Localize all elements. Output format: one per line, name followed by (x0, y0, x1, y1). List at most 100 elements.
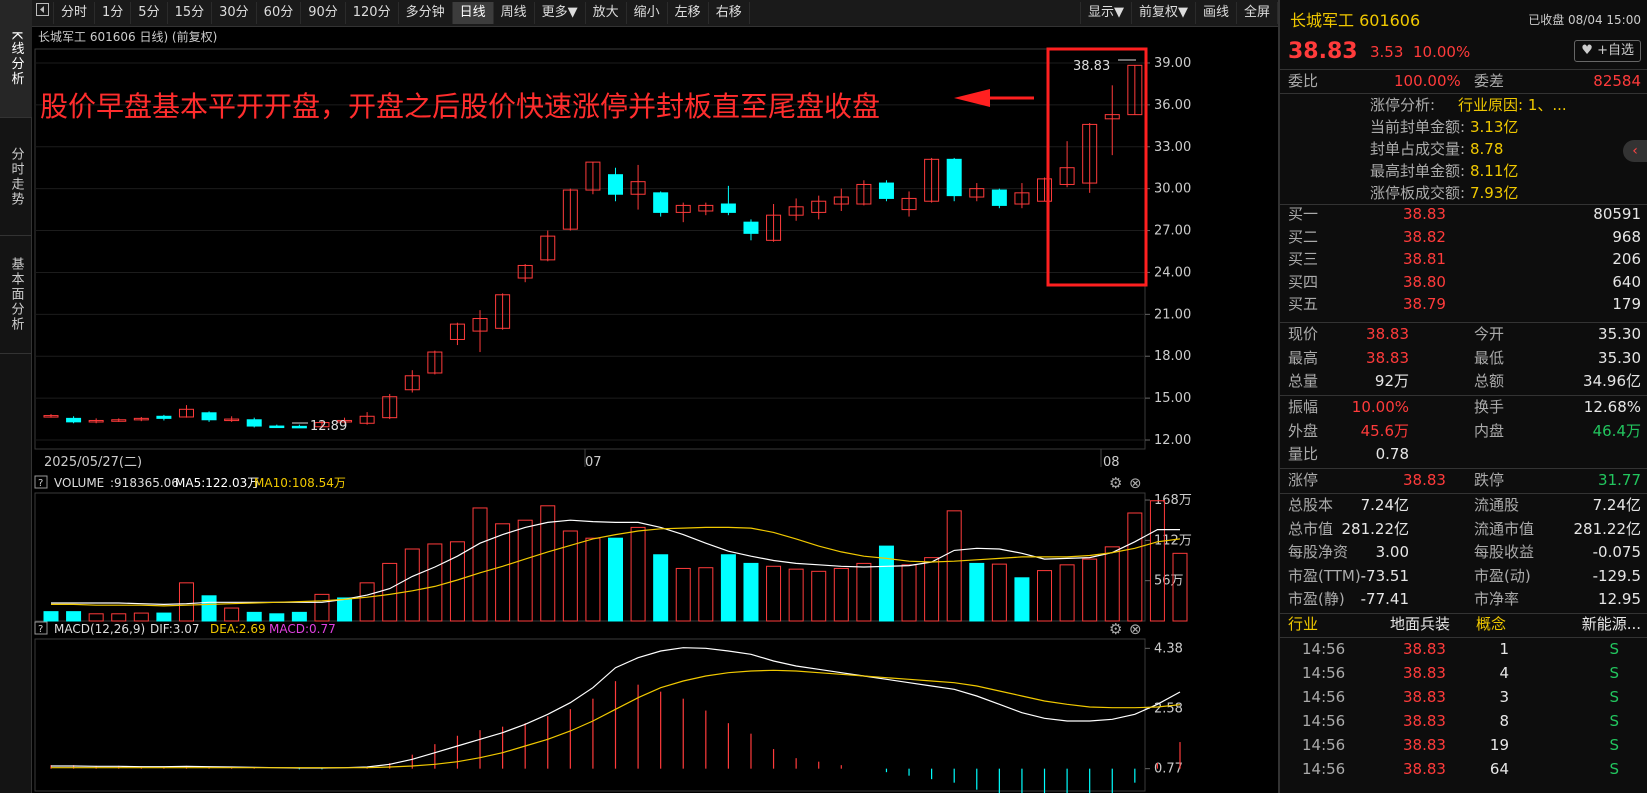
add-favorite-button[interactable]: ♥ +自选 (1574, 40, 1641, 62)
macd-close-icon[interactable]: ⊗ (1129, 620, 1142, 638)
pan-right-button[interactable]: 右移 (709, 2, 750, 24)
concept-value[interactable]: 新能源... (1582, 613, 1641, 636)
stat-row: 量比 0.78 (1280, 443, 1647, 466)
display-dropdown[interactable]: 显示▼ (1079, 2, 1132, 24)
period-button-daily[interactable]: 日线 (452, 2, 494, 24)
pan-left-button[interactable]: 左移 (668, 2, 709, 24)
period-button[interactable]: 1分 (95, 2, 132, 24)
order-ratio-row: 委比 100.00% 委差 82584 (1280, 70, 1647, 93)
tab-fundamental-analysis[interactable]: 基本面分析 (0, 236, 32, 354)
period-button[interactable]: 5分 (131, 2, 168, 24)
tick-side: S (1609, 736, 1619, 754)
tick-row: 14:56 38.83 3 S (1280, 686, 1647, 709)
fundamental-label: 总股本 (1288, 496, 1334, 514)
volume-legend-ma5: MA5:122.03万 (175, 476, 259, 490)
tick-price: 38.83 (1403, 688, 1446, 706)
draw-button[interactable]: 画线 (1196, 2, 1237, 24)
zoom-out-button[interactable]: 缩小 (627, 2, 668, 24)
fundamental-label: 市盈(静) (1288, 590, 1345, 608)
candle-body (991, 189, 1007, 206)
more-dropdown[interactable]: 更多▼ (535, 2, 586, 24)
tick-volume: 4 (1499, 664, 1509, 682)
fundamental-value: 7.24亿 (1592, 496, 1641, 514)
candle-body (608, 174, 623, 195)
industry-row[interactable]: 行业 地面兵装 概念 新能源... (1280, 613, 1647, 636)
bid-row[interactable]: 买三 38.81 206 (1280, 248, 1647, 271)
candle-body (156, 415, 172, 419)
tick-row: 14:56 38.83 4 S (1280, 662, 1647, 685)
fundamental-value: 281.22亿 (1341, 519, 1410, 538)
bid-label: 买四 (1288, 272, 1319, 291)
period-button[interactable]: 120分 (346, 2, 399, 24)
weibi-value: 100.00% (1394, 72, 1461, 90)
volume-bar (517, 519, 533, 622)
limit-down-label: 跌停 (1474, 471, 1505, 489)
stat-value: 35.30 (1598, 325, 1641, 343)
volume-bar (427, 543, 443, 622)
industry-value[interactable]: 地面兵装 (1390, 613, 1450, 636)
tab-kline-analysis[interactable]: K线分析 (0, 0, 32, 118)
volume-bar (653, 554, 669, 622)
limit-info-row: 涨停板成交额: 7.93亿 (1280, 182, 1647, 205)
period-button[interactable]: 90分 (301, 2, 346, 24)
bid-row[interactable]: 买二 38.82 968 (1280, 226, 1647, 249)
period-button[interactable]: 周线 (494, 2, 535, 24)
period-button[interactable]: 60分 (257, 2, 302, 24)
macd-legend-dea: DEA:2.69 (210, 622, 266, 636)
price-summary: 38.83 3.53 10.00% ♥ +自选 (1280, 38, 1647, 66)
quote-panel: 长城军工 601606 已收盘 08/04 15:00 38.83 3.53 1… (1278, 0, 1647, 793)
volume-bar (630, 526, 646, 622)
stat-value: 46.4万 (1592, 421, 1641, 440)
price-tick-label: 39.00 (1154, 56, 1191, 71)
bid-row[interactable]: 买一 38.83 80591 (1280, 203, 1647, 226)
tick-price: 38.83 (1403, 712, 1446, 730)
weicha-label: 委差 (1474, 72, 1505, 90)
volume-bar (811, 570, 827, 622)
period-toolbar: 分时 1分 5分 15分 30分 60分 90分 120分 多分钟 日线 周线 … (32, 0, 1278, 27)
volume-tick-label: 112万 (1154, 533, 1192, 548)
volume-close-icon[interactable]: ⊗ (1129, 474, 1142, 492)
bid-row[interactable]: 买五 38.79 179 (1280, 293, 1647, 316)
tick-row: 14:56 38.83 8 S (1280, 710, 1647, 733)
zoom-in-button[interactable]: 放大 (586, 2, 627, 24)
volume-settings-icon[interactable]: ⚙ (1109, 474, 1122, 492)
volume-bar (178, 582, 194, 622)
bid-row[interactable]: 买四 38.80 640 (1280, 271, 1647, 294)
limit-info-row: 涨停分析: 行业原因: 1、... (1280, 94, 1647, 117)
period-button[interactable]: 分时 (54, 2, 96, 24)
bid-label: 买二 (1288, 227, 1319, 246)
fundamental-value: -77.41 (1360, 590, 1409, 608)
add-favorite-label: +自选 (1597, 43, 1634, 58)
tab-label: 分时走势 (8, 146, 24, 207)
period-button[interactable]: 多分钟 (399, 2, 453, 24)
tick-volume: 1 (1499, 640, 1509, 658)
price-tick-label: 36.00 (1154, 98, 1191, 113)
period-button[interactable]: 15分 (168, 2, 213, 24)
chart-area[interactable]: 39.00 36.00 33.00 30.00 27.00 24.00 21.00 18.00… (32, 27, 1278, 793)
tab-intraday-trend[interactable]: 分时走势 (0, 118, 32, 236)
bid-volume: 80591 (1593, 205, 1641, 223)
volume-bar (991, 563, 1007, 622)
volume-bar (1037, 570, 1053, 622)
scroll-left-button[interactable] (32, 2, 54, 24)
bid-label: 买三 (1288, 250, 1319, 268)
volume-bar (201, 595, 217, 622)
macd-settings-icon[interactable]: ⚙ (1109, 620, 1122, 638)
date-label-aug: 08 (1103, 455, 1120, 470)
collapse-panel-icon[interactable]: ‹ (1623, 140, 1647, 162)
help-glyph: ? (38, 478, 43, 489)
high-price-label: 38.83 (1073, 59, 1110, 74)
fullscreen-button[interactable]: 全屏 (1237, 2, 1278, 24)
volume-bar (856, 562, 872, 622)
period-button[interactable]: 30分 (212, 2, 257, 24)
low-price-label: 12.89 (310, 419, 347, 434)
fundamental-label: 市盈(动) (1474, 566, 1531, 585)
adjust-dropdown[interactable]: 前复权▼ (1132, 2, 1196, 24)
volume-bar (66, 611, 82, 622)
annotation-text: 股价早盘基本平开开盘，开盘之后股价快速涨停并封板直至尾盘收盘 (40, 90, 881, 123)
kline-chart-svg[interactable]: 39.00 36.00 33.00 30.00 27.00 24.00 21.00 18.00… (32, 27, 1278, 793)
volume-legend-name: VOLUME (54, 476, 104, 490)
tick-volume: 8 (1499, 712, 1509, 730)
price-tick-label: 18.00 (1154, 349, 1191, 364)
tick-side: S (1609, 712, 1619, 730)
